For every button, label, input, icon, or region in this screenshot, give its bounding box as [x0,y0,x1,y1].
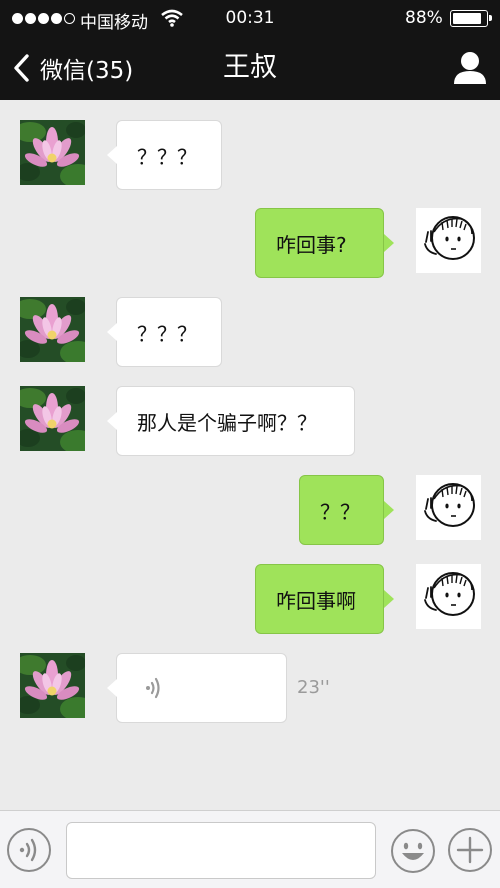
bubble-tail [107,146,117,164]
contact-avatar[interactable] [20,653,85,718]
voice-message-bubble[interactable] [116,653,287,723]
bubble-tail [107,412,117,430]
bubble-tail [384,501,394,519]
message-bubble[interactable]: 咋回事啊 [255,564,384,634]
chat-header: 微信(35) 王叔 [0,38,500,100]
chevron-left-icon [14,54,29,82]
back-label: 微信(35) [40,58,134,84]
plus-icon [456,836,484,864]
bubble-tail [384,590,394,608]
message-bubble[interactable]: ？？？ [116,120,222,190]
battery-icon [450,10,492,27]
message-bubble[interactable]: ？？？ [116,297,222,367]
back-button[interactable]: 微信(35) [8,50,133,86]
my-avatar[interactable] [416,564,481,629]
message-bubble[interactable]: ？？ [299,475,384,545]
message-text: 那人是个骗子啊？？ [137,410,317,435]
bubble-tail [384,234,394,252]
emoji-button[interactable] [390,828,436,874]
contact-avatar[interactable] [20,386,85,451]
contact-profile-button[interactable] [450,50,490,88]
message-text: 咋回事啊 [276,588,356,613]
person-icon [454,52,486,84]
my-avatar[interactable] [416,475,481,540]
more-functions-button[interactable] [448,828,492,872]
message-text: ？？？ [137,144,197,169]
voice-icon [19,838,37,862]
input-bar [0,810,500,888]
voice-input-button[interactable] [7,828,51,872]
message-input[interactable] [66,822,376,879]
message-text: 咋回事? [276,232,347,257]
contact-avatar[interactable] [20,120,85,185]
my-avatar[interactable] [416,208,481,273]
message-text: ？？ [320,499,360,524]
smiley-icon [391,829,435,873]
message-bubble[interactable]: 那人是个骗子啊？？ [116,386,355,456]
message-bubble[interactable]: 咋回事? [255,208,384,278]
message-text: ？？？ [137,321,197,346]
status-bar: 中国移动 00:31 88% [0,0,500,38]
battery-percent: 88% [405,8,443,28]
voice-duration: 23'' [297,677,330,698]
contact-avatar[interactable] [20,297,85,362]
voice-wave-icon [146,677,160,699]
bubble-tail [107,679,117,697]
bubble-tail [107,323,117,341]
